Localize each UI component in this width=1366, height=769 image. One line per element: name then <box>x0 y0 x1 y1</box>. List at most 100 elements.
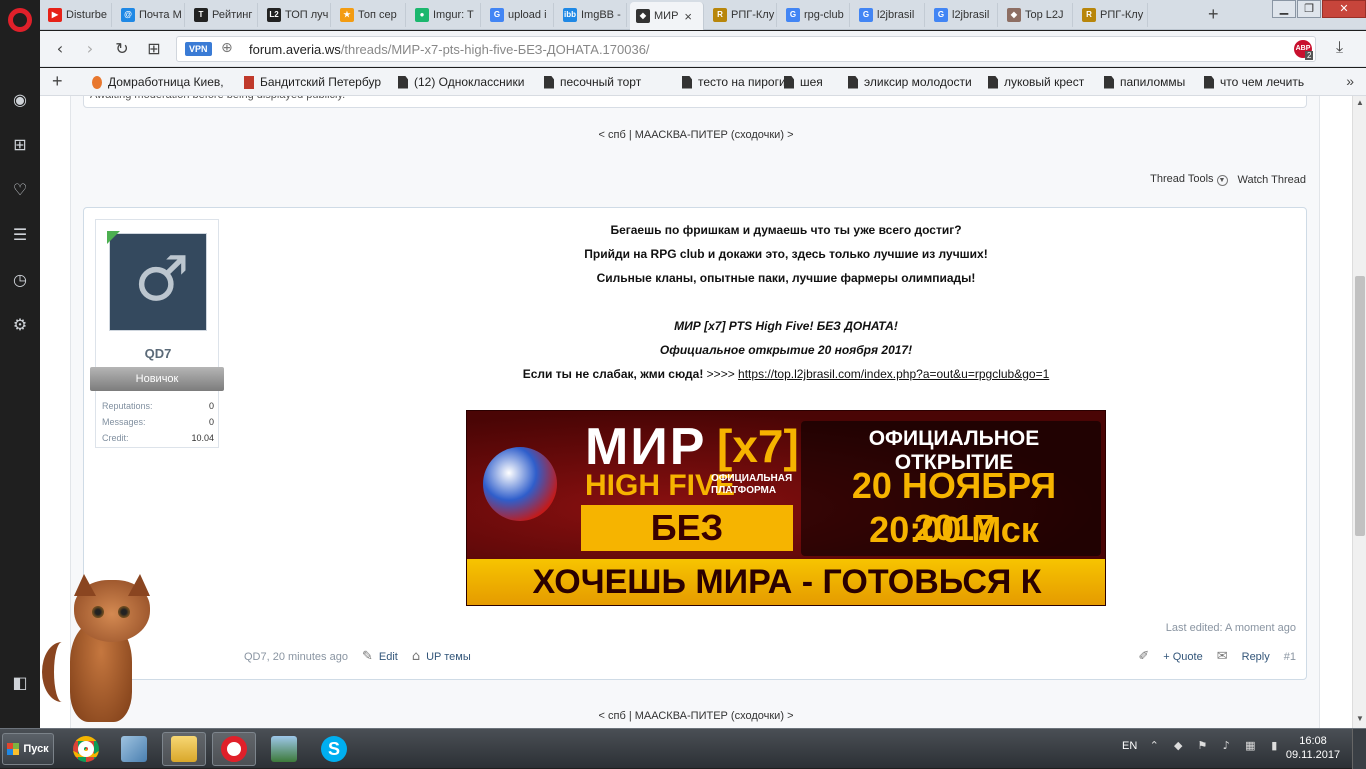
photos-taskbar-icon[interactable] <box>262 732 306 766</box>
volume-icon[interactable]: ♪ <box>1219 739 1233 753</box>
minimize-button[interactable]: ▁ <box>1272 0 1296 18</box>
multiquote-icon[interactable]: ✐ <box>1138 649 1149 664</box>
camera-icon[interactable]: ◉ <box>10 90 30 110</box>
flag-icon[interactable]: ⚑ <box>1195 739 1209 753</box>
settings-gear-icon[interactable]: ⚙ <box>10 315 30 335</box>
bookmark-item[interactable]: луковый крест <box>988 75 1084 89</box>
tab-favicon-icon: ▶ <box>48 8 62 22</box>
page-scrollbar[interactable]: ▲ ▼ <box>1352 96 1366 728</box>
back-button[interactable]: ‹ <box>50 39 70 59</box>
watch-thread-link[interactable]: Watch Thread <box>1238 174 1306 186</box>
scroll-up-icon[interactable]: ▲ <box>1355 98 1365 108</box>
edit-label: Edit <box>378 650 398 663</box>
user-rank-badge: Новичок <box>90 367 224 391</box>
reload-button[interactable]: ↻ <box>112 39 132 59</box>
tray-app-icon[interactable]: ◆ <box>1171 739 1185 753</box>
tab-9[interactable]: R РПГ-Клу <box>707 3 777 27</box>
bookmark-item[interactable]: тесто на пироги <box>682 75 786 89</box>
post-author-time[interactable]: QD7, 20 minutes ago <box>244 651 348 663</box>
news-icon[interactable]: ☰ <box>10 225 30 245</box>
opera-taskbar-icon[interactable] <box>212 732 256 766</box>
tab-title: РПГ-Клу <box>1100 9 1144 21</box>
speed-dial-icon[interactable]: ⊞ <box>10 135 30 155</box>
heart-icon[interactable]: ♡ <box>10 180 30 200</box>
sidebar-toggle-icon[interactable]: ◧ <box>10 673 30 693</box>
bookmark-item[interactable]: Бандитский Петербур <box>244 75 381 89</box>
restore-button[interactable]: ❐ <box>1297 0 1321 18</box>
username[interactable]: QD7 <box>96 346 220 361</box>
quote-button[interactable]: + Quote <box>1163 651 1202 663</box>
bookmark-item[interactable]: песочный торт <box>544 75 641 89</box>
tabs-overview-button[interactable]: ⊞ <box>144 39 164 59</box>
start-button[interactable]: Пуск <box>2 733 54 765</box>
add-bookmark-button[interactable]: + <box>52 71 63 92</box>
bookmark-item[interactable]: шея <box>784 75 823 89</box>
tab-10[interactable]: Grpg-club <box>780 3 850 27</box>
tab-favicon-icon: G <box>934 8 948 22</box>
chrome-taskbar-icon[interactable] <box>64 732 108 766</box>
reply-button[interactable]: Reply <box>1242 651 1270 663</box>
tab-4[interactable]: ★ Топ сер <box>334 3 406 27</box>
kitten-desktop-widget <box>40 572 160 728</box>
user-info-panel: ♂ QD7 Новичок Reputations: 0 Messages: 0 Cre… <box>90 219 224 448</box>
tab-13[interactable]: ◆ Top L2J <box>1001 3 1073 27</box>
edit-button[interactable]: ✎ Edit <box>362 649 398 664</box>
up-thread-button[interactable]: ⌂ UP темы <box>412 649 471 664</box>
opera-sidebar: ◉ ⊞ ♡ ☰ ◷ ⚙ ◧ <box>0 0 40 728</box>
close-window-button[interactable]: ✕ <box>1322 0 1366 18</box>
user-stat-row: Messages: 0 <box>102 414 214 430</box>
forward-button[interactable]: › <box>80 39 100 59</box>
post-number[interactable]: #1 <box>1284 651 1296 663</box>
address-field[interactable]: VPN ⊕ forum.averia.ws/threads/МИР-x7-pts… <box>176 36 1316 62</box>
tab-14[interactable]: R РПГ-Клу <box>1076 3 1148 27</box>
nav-right-link[interactable]: МААСКВА-ПИТЕР (сходочки) <box>635 129 784 141</box>
bookmarks-more-icon[interactable]: » <box>1346 73 1354 89</box>
tab-5[interactable]: ● Imgur: T <box>409 3 481 27</box>
adblock-count: 2 <box>1305 51 1314 60</box>
tab-0[interactable]: ▶ Disturbe <box>42 3 112 27</box>
skype-taskbar-icon[interactable]: S <box>312 732 356 766</box>
scroll-down-icon[interactable]: ▼ <box>1355 714 1365 724</box>
bookmark-label: песочный торт <box>560 75 642 89</box>
thread-tools-button[interactable]: Thread Tools ▼ <box>1150 173 1228 186</box>
tab-11[interactable]: Gl2jbrasil <box>853 3 925 27</box>
message-link[interactable]: https://top.l2jbrasil.com/index.php?a=ou… <box>738 367 1049 381</box>
history-icon[interactable]: ◷ <box>10 270 30 290</box>
download-icon[interactable]: ⤓ <box>1336 39 1343 57</box>
bookmark-item[interactable]: Домработница Киев, <box>92 75 224 89</box>
stat-value: 0 <box>208 401 214 411</box>
tab-2[interactable]: T Рейтинг <box>188 3 258 27</box>
scroll-thumb[interactable] <box>1355 276 1365 536</box>
tab-7[interactable]: ibb ImgBB - <box>557 3 627 27</box>
explorer-taskbar-icon[interactable] <box>162 732 206 766</box>
tab-6[interactable]: Gupload i <box>484 3 554 27</box>
tab-favicon-icon: ◆ <box>636 9 650 23</box>
tray-expand-icon[interactable]: ⌃ <box>1147 739 1161 753</box>
network-icon[interactable]: ▦ <box>1243 739 1257 753</box>
avatar[interactable]: ♂ <box>109 233 207 331</box>
notes-taskbar-icon[interactable] <box>112 732 156 766</box>
vpn-badge[interactable]: VPN <box>185 42 212 56</box>
tab-1[interactable]: @ Почта М <box>115 3 185 27</box>
url-text[interactable]: forum.averia.ws/threads/МИР-x7-pts-high-… <box>249 42 650 57</box>
new-tab-button[interactable]: + <box>1208 4 1219 25</box>
tab-title: РПГ-Клу <box>731 9 775 21</box>
close-tab-icon[interactable]: × <box>684 9 692 24</box>
system-clock[interactable]: 16:08 09.11.2017 <box>1282 734 1344 762</box>
tab-12[interactable]: Gl2jbrasil <box>928 3 998 27</box>
bookmark-item[interactable]: (12) Одноклассники <box>398 75 524 89</box>
power-icon[interactable]: ▮ <box>1267 739 1281 753</box>
tab-title: Топ сер <box>358 9 397 21</box>
show-desktop-button[interactable] <box>1352 729 1366 769</box>
language-indicator[interactable]: EN <box>1122 740 1137 752</box>
opera-logo-icon[interactable] <box>8 8 32 32</box>
tab-3[interactable]: L2 ТОП луч <box>261 3 331 27</box>
nav-left-link[interactable]: спб <box>608 710 626 722</box>
bookmark-item[interactable]: эликсир молодости <box>848 75 972 89</box>
tab-favicon-icon: ◆ <box>1007 8 1021 22</box>
tab-8[interactable]: ◆ МИР × <box>630 2 704 30</box>
nav-left-link[interactable]: спб <box>608 129 626 141</box>
bookmark-item[interactable]: что чем лечить <box>1204 75 1304 89</box>
bookmark-item[interactable]: папиломмы <box>1104 75 1185 89</box>
nav-right-link[interactable]: МААСКВА-ПИТЕР (сходочки) <box>635 710 784 722</box>
